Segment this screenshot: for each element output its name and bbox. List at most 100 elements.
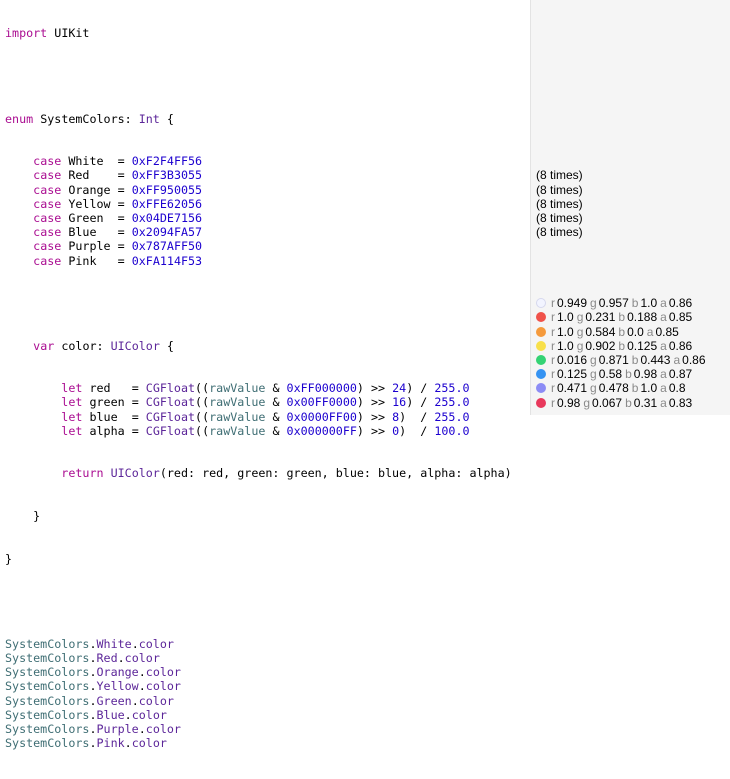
channel-label: r — [551, 395, 555, 410]
channel-value: 1.0 — [557, 338, 574, 353]
color-swatch-icon[interactable] — [536, 340, 546, 351]
color-swatch-icon[interactable] — [536, 355, 546, 365]
color-swatch-icon[interactable] — [536, 298, 546, 309]
channel-value: 1.0 — [557, 310, 574, 325]
execution-count: (8 times) — [536, 182, 583, 197]
code-line-usage: SystemColors.Blue.color — [5, 707, 167, 722]
channel-label: g — [590, 367, 597, 382]
channel-label: a — [660, 395, 667, 410]
code-line-usage: SystemColors.Pink.color — [5, 736, 167, 751]
property-ref: color — [145, 665, 181, 680]
channel-label: g — [576, 338, 584, 353]
color-result[interactable]: r 0.016 g 0.871 b 0.443 a 0.86 — [536, 353, 709, 367]
property-ref: color — [131, 707, 167, 722]
keyword: case — [33, 239, 62, 254]
brace: } — [5, 551, 13, 566]
code-line-case: case Pink = 0xFA114F53 — [33, 253, 203, 268]
keyword: case — [33, 154, 62, 169]
channel-label: b — [631, 296, 639, 311]
execution-count: (8 times) — [536, 225, 583, 240]
channel-value: 0.016 — [557, 353, 588, 367]
color-swatch-icon[interactable] — [536, 383, 546, 394]
hex-value: 0xFF3B3055 — [131, 168, 203, 183]
channel-label: r — [551, 381, 555, 396]
channel-value: 0.443 — [640, 353, 671, 367]
channel-value: 0.85 — [668, 310, 693, 325]
channel-label: g — [583, 395, 591, 410]
type-name: UIColor — [110, 338, 160, 353]
channel-value: 0.478 — [598, 381, 629, 396]
color-result[interactable]: r 0.125 g 0.58 b 0.98 a 0.87 — [536, 367, 695, 381]
channel-label: r — [551, 338, 555, 353]
color-result[interactable]: r 1.0 g 0.584 b 0.0 a 0.85 — [536, 325, 682, 339]
code-line-usage: SystemColors.Green.color — [5, 693, 174, 708]
enum-ref: SystemColors — [5, 721, 90, 736]
channel-label: g — [590, 353, 597, 367]
channel-value: 0.231 — [585, 310, 616, 325]
enum-ref: SystemColors — [5, 636, 90, 651]
hex-value: 0xFFE62056 — [131, 196, 203, 211]
channel-label: a — [660, 310, 667, 325]
channel-label: g — [576, 310, 584, 325]
channel-value: 0.584 — [585, 324, 616, 339]
color-swatch-icon[interactable] — [536, 326, 546, 337]
color-result[interactable]: r 1.0 g 0.902 b 0.125 a 0.86 — [536, 339, 695, 353]
code-editor[interactable]: import UIKit enum SystemColors: Int { ca… — [0, 0, 530, 750]
raw-value: rawValue — [209, 409, 266, 424]
raw-value: rawValue — [209, 381, 266, 396]
color-result[interactable]: r 0.98 g 0.067 b 0.31 a 0.83 — [536, 396, 695, 410]
keyword: case — [33, 196, 62, 211]
code-line-usage: SystemColors.White.color — [5, 636, 174, 651]
channel-label: a — [660, 296, 667, 311]
divisor-value: 255.0 — [434, 381, 470, 396]
channel-label: r — [551, 324, 555, 339]
raw-value: rawValue — [209, 395, 266, 410]
channel-label: b — [631, 381, 639, 396]
color-swatch-icon[interactable] — [536, 397, 546, 408]
enum-ref: SystemColors — [5, 651, 90, 665]
let-name: green — [89, 395, 125, 410]
code-line-let: let blue = CGFloat((rawValue & 0x0000FF0… — [61, 409, 470, 424]
code-line-usage: SystemColors.Red.color — [5, 651, 160, 665]
color-result[interactable]: r 0.471 g 0.478 b 1.0 a 0.8 — [536, 381, 689, 395]
raw-value: rawValue — [209, 423, 266, 438]
enum-ref: SystemColors — [5, 679, 90, 694]
type-name: CGFloat — [145, 423, 196, 438]
source-code[interactable]: import UIKit enum SystemColors: Int { ca… — [5, 0, 512, 779]
channel-label: r — [551, 353, 555, 367]
channel-label: a — [660, 367, 667, 382]
type-name: CGFloat — [145, 395, 196, 410]
code-line-let: let red = CGFloat((rawValue & 0xFF000000… — [61, 381, 470, 396]
channel-label: g — [576, 324, 584, 339]
divisor-value: 255.0 — [434, 409, 470, 424]
channel-value: 0.949 — [557, 296, 588, 311]
channel-label: g — [590, 381, 597, 396]
mask-value: 0xFF000000 — [286, 381, 357, 396]
shift-value: 0 — [392, 423, 400, 438]
keyword: let — [61, 409, 83, 424]
property-ref: color — [138, 636, 174, 651]
member-ref: Green — [96, 693, 132, 708]
channel-value: 0.86 — [668, 296, 693, 311]
keyword: case — [33, 210, 62, 225]
case-name: Purple — [68, 239, 111, 254]
hex-value: 0x04DE7156 — [131, 210, 203, 225]
channel-value: 0.471 — [557, 381, 588, 396]
shift-value: 8 — [392, 409, 400, 424]
channel-label: a — [660, 338, 667, 353]
keyword: let — [61, 423, 83, 438]
color-swatch-icon[interactable] — [536, 369, 546, 380]
channel-label: r — [551, 296, 555, 311]
code-line-let: let green = CGFloat((rawValue & 0x00FF00… — [61, 395, 470, 410]
channel-value: 0.85 — [655, 324, 679, 339]
type-name: Int — [138, 111, 160, 126]
type-name: UIColor — [110, 466, 160, 481]
color-result[interactable]: r 0.949 g 0.957 b 1.0 a 0.86 — [536, 296, 695, 310]
member-ref: Blue — [96, 707, 125, 722]
color-swatch-icon[interactable] — [536, 312, 546, 323]
channel-value: 0.83 — [668, 395, 693, 410]
color-result[interactable]: r 1.0 g 0.231 b 0.188 a 0.85 — [536, 310, 695, 324]
code-line-case: case Yellow = 0xFFE62056 — [33, 196, 203, 211]
mask-value: 0x00FF0000 — [286, 395, 357, 410]
enum-name: SystemColors: — [40, 111, 132, 126]
